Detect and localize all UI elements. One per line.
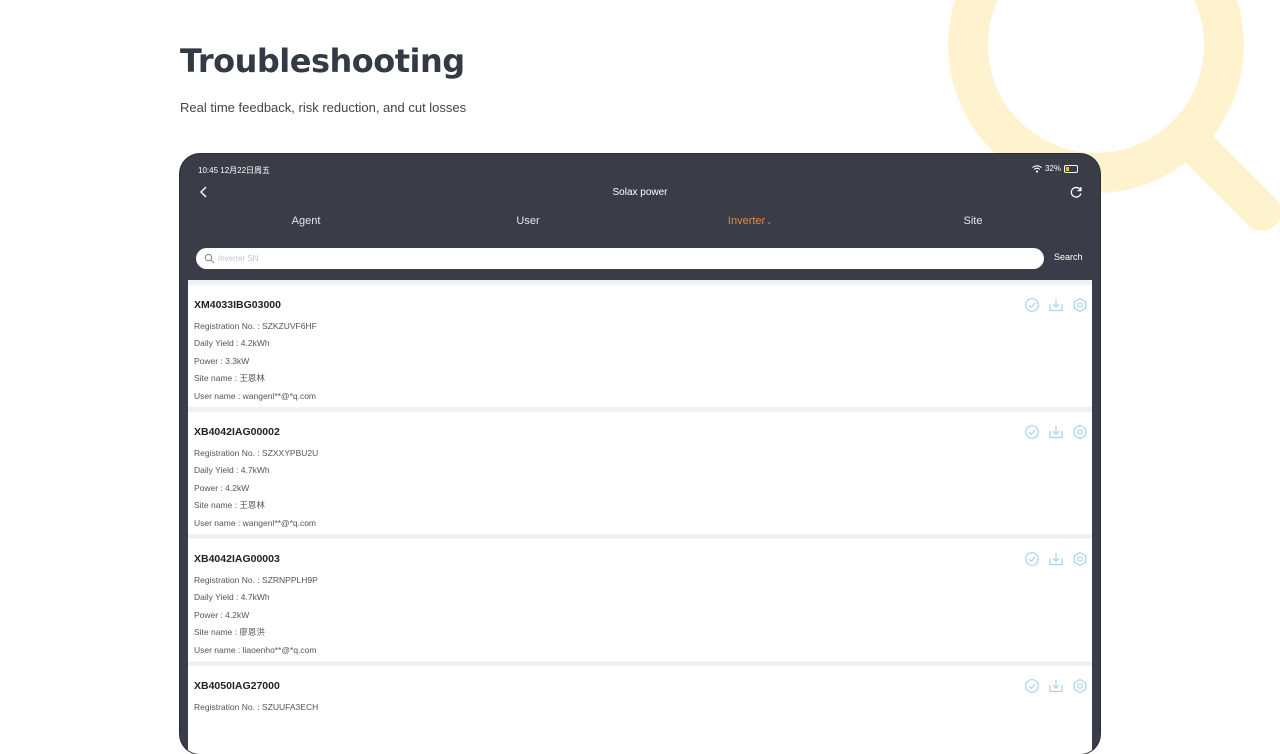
- download-icon[interactable]: [1048, 551, 1064, 567]
- inverter-sn: XB4042IAG00003: [194, 553, 280, 565]
- wifi-icon: [1032, 164, 1042, 173]
- battery-percent: 32%: [1044, 164, 1061, 173]
- inverter-card[interactable]: XM4033IBG03000 Registration No. : SZKZUVF…: [188, 285, 1092, 407]
- inverter-card[interactable]: XB4050IAG27000 Registration No. : SZUUFA3…: [188, 666, 1092, 754]
- chevron-down-icon: ⌄: [766, 219, 773, 226]
- status-time: 10:45 12月22日周五: [198, 166, 271, 175]
- card-fields: Registration No. : SZUUFA3ECH: [194, 702, 318, 719]
- card-field: Daily Yield : 4.7kWh: [194, 592, 270, 603]
- tablet-frame: 10:45 12月22日周五 32% Solax power Agent Use…: [180, 154, 1100, 754]
- card-field: Daily Yield : 4.7kWh: [194, 465, 270, 476]
- card-field: Daily Yield : 4.2kWh: [194, 338, 270, 349]
- card-field: User name : wangenl**@*q.com: [194, 517, 317, 528]
- check-circle-icon[interactable]: [1024, 424, 1040, 440]
- status-right: 32%: [1032, 164, 1078, 173]
- card-actions: [1024, 297, 1088, 313]
- download-icon[interactable]: [1048, 424, 1064, 440]
- inverter-list: XM4033IBG03000 Registration No. : SZKZUVF…: [188, 280, 1092, 754]
- inverter-sn: XB4050IAG27000: [194, 680, 280, 692]
- settings-gear-icon[interactable]: [1072, 551, 1088, 567]
- check-circle-icon[interactable]: [1024, 678, 1040, 694]
- search-input[interactable]: [218, 251, 1018, 266]
- card-field: Power : 3.3kW: [194, 355, 250, 366]
- search-button[interactable]: Search: [1054, 252, 1083, 262]
- settings-gear-icon[interactable]: [1072, 424, 1088, 440]
- settings-gear-icon[interactable]: [1072, 297, 1088, 313]
- nav-title: Solax power: [612, 187, 668, 198]
- tab-bar: Agent User Inverter⌄ Site: [180, 212, 1100, 234]
- card-actions: [1024, 551, 1088, 567]
- download-icon[interactable]: [1048, 678, 1064, 694]
- card-field: Site name : 廖恩洪: [194, 627, 265, 638]
- tab-inverter[interactable]: Inverter⌄: [728, 215, 772, 227]
- card-fields: Registration No. : SZKZUVF6HF Daily Yield…: [194, 321, 317, 408]
- check-circle-icon[interactable]: [1024, 297, 1040, 313]
- card-field: Site name : 王恩林: [194, 500, 265, 511]
- card-field: Power : 4.2kW: [194, 482, 250, 493]
- card-field: Registration No. : SZXXYPBU2U: [194, 448, 319, 458]
- settings-gear-icon[interactable]: [1072, 678, 1088, 694]
- tab-user[interactable]: User: [516, 215, 539, 227]
- tab-agent[interactable]: Agent: [292, 215, 321, 227]
- inverter-sn: XM4033IBG03000: [194, 299, 281, 311]
- card-field: User name : liaoenho**@*q.com: [194, 644, 317, 655]
- card-field: Registration No. : SZRNPPLH9P: [194, 575, 318, 585]
- refresh-icon[interactable]: [1068, 184, 1084, 200]
- tab-site[interactable]: Site: [964, 215, 983, 227]
- download-icon[interactable]: [1048, 297, 1064, 313]
- card-fields: Registration No. : SZXXYPBU2U Daily Yield…: [194, 448, 318, 535]
- card-field: Registration No. : SZKZUVF6HF: [194, 321, 317, 331]
- page-subtitle: Real time feedback, risk reduction, and …: [180, 100, 467, 115]
- inverter-card[interactable]: XB4042IAG00002 Registration No. : SZXXYPB…: [188, 412, 1092, 534]
- card-fields: Registration No. : SZRNPPLH9P Daily Yield…: [194, 575, 318, 662]
- card-field: Registration No. : SZUUFA3ECH: [194, 702, 319, 712]
- search-icon: [204, 253, 215, 264]
- inverter-sn: XB4042IAG00002: [194, 426, 280, 438]
- inverter-card[interactable]: XB4042IAG00003 Registration No. : SZRNPPL…: [188, 539, 1092, 661]
- battery-icon: [1064, 164, 1078, 173]
- tab-inverter-label: Inverter: [727, 215, 766, 227]
- card-field: Power : 4.2kW: [194, 609, 250, 620]
- search-bar: [196, 248, 1044, 269]
- card-field: User name : wangenl**@*q.com: [194, 390, 317, 401]
- card-actions: [1024, 678, 1088, 694]
- card-field: Site name : 王恩林: [194, 373, 265, 384]
- page-title: Troubleshooting: [180, 42, 465, 80]
- nav-bar: Solax power: [180, 182, 1100, 204]
- check-circle-icon[interactable]: [1024, 551, 1040, 567]
- status-bar: 10:45 12月22日周五 32%: [180, 154, 1100, 184]
- card-actions: [1024, 424, 1088, 440]
